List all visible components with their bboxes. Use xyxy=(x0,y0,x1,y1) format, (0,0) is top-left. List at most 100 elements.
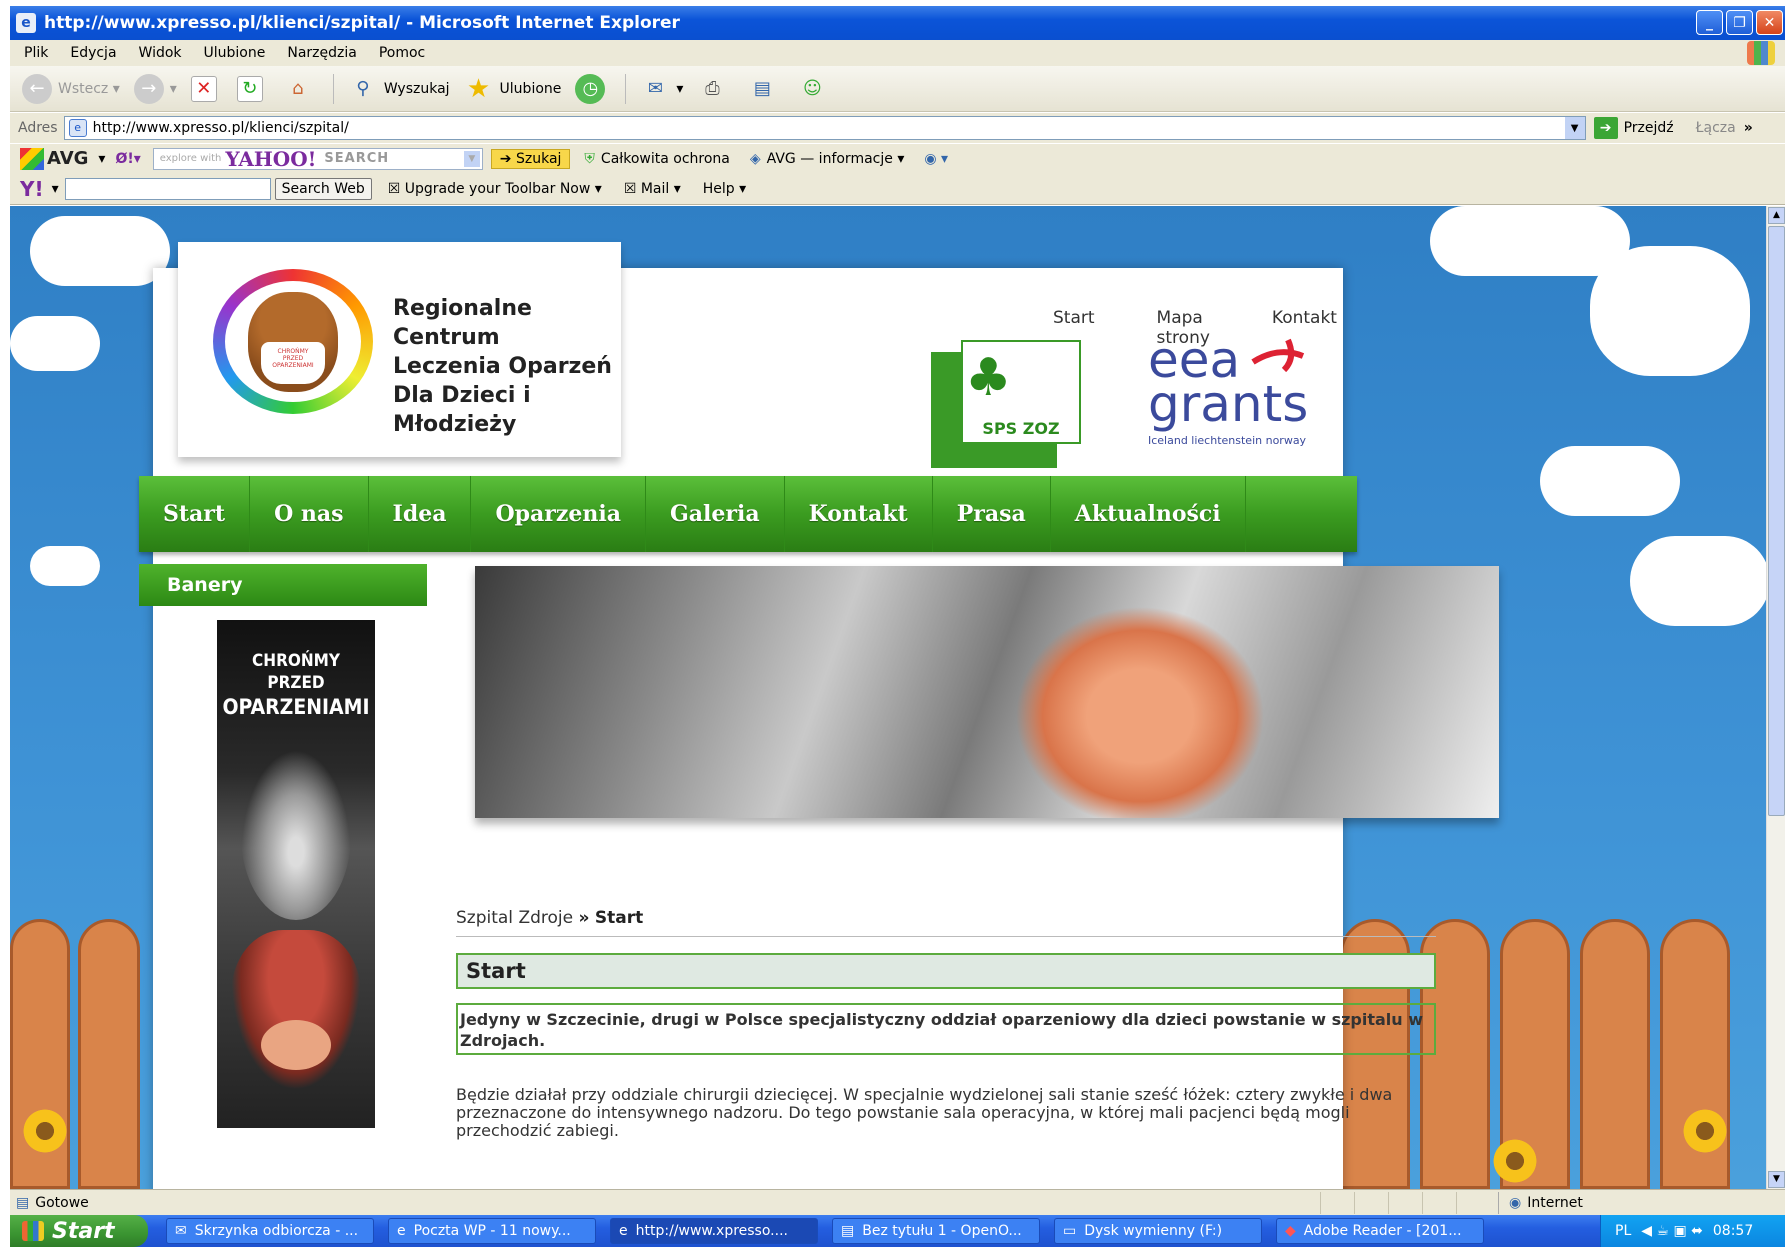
back-arrow-icon: ← xyxy=(22,73,52,104)
restore-button[interactable]: ❐ xyxy=(1726,10,1753,35)
tray-icons[interactable]: ◀ ☕ ▣ ⬌ xyxy=(1641,1223,1703,1239)
breadcrumb-root[interactable]: Szpital Zdroje xyxy=(456,908,573,928)
nav-gallery[interactable]: Galeria xyxy=(646,476,785,552)
search-web-button[interactable]: Search Web xyxy=(274,177,372,200)
address-dropdown-icon[interactable]: ▼ xyxy=(1564,117,1585,139)
hero-image xyxy=(475,566,1499,818)
task-openoffice[interactable]: ▤ Bez tytułu 1 - OpenO... xyxy=(832,1218,1040,1244)
szukaj-button[interactable]: ➔ Szukaj xyxy=(490,148,571,169)
menu-favorites[interactable]: Ulubione xyxy=(204,45,266,61)
task-poczta[interactable]: e Poczta WP - 11 nowy... xyxy=(388,1218,596,1244)
yahoo-logo-icon[interactable]: Y! xyxy=(20,177,44,201)
close-button[interactable]: ✕ xyxy=(1756,10,1783,35)
vertical-scrollbar[interactable]: ▲ ▼ xyxy=(1766,206,1785,1189)
security-zone: ◉ Internet xyxy=(1498,1192,1583,1214)
task-xpresso[interactable]: e http://www.xpresso.... xyxy=(610,1218,818,1244)
forward-arrow-icon: → xyxy=(133,73,164,104)
avg-toolbar: AVG ▾ Ø!▾ explore with YAHOO! SEARCH ▼ ➔… xyxy=(10,144,1785,173)
avg-info-button[interactable]: AVG — informacje ▾ xyxy=(767,151,905,167)
nav-press[interactable]: Prasa xyxy=(933,476,1051,552)
task-outlook[interactable]: ✉ Skrzynka odbiorcza - ... xyxy=(166,1218,374,1244)
globe-icon: ◉ xyxy=(1509,1195,1522,1211)
protection-button[interactable]: Całkowita ochrona xyxy=(601,151,730,167)
yahoo-mini-icon[interactable]: Ø!▾ xyxy=(115,151,140,167)
menu-view[interactable]: Widok xyxy=(139,45,182,61)
standard-toolbar: ← Wstecz ▾ → ▾ ✕ ↻ ⌂ ⚲ Wyszukaj ★ Ulubione … xyxy=(10,66,1785,112)
history-button[interactable]: ◷ xyxy=(575,73,611,104)
chevron-down-icon[interactable]: ▾ xyxy=(52,181,59,197)
task-removable-disk[interactable]: ▭ Dysk wymienny (F:) xyxy=(1054,1218,1262,1244)
chevron-right-icon[interactable]: » xyxy=(1744,120,1753,136)
scroll-down-icon[interactable]: ▼ xyxy=(1768,1171,1785,1188)
scroll-thumb[interactable] xyxy=(1768,226,1785,816)
search-label: Wyszukaj xyxy=(383,80,450,97)
minimize-button[interactable]: _ xyxy=(1696,10,1723,35)
search-button[interactable]: ⚲ Wyszukaj xyxy=(348,74,450,104)
body-paragraph: Będzie działał przy oddziale chirurgii d… xyxy=(456,1085,1393,1140)
back-button[interactable]: ← Wstecz ▾ xyxy=(22,73,120,104)
menu-tools[interactable]: Narzędzia xyxy=(287,45,356,61)
menu-file[interactable]: Plik xyxy=(24,45,48,61)
edit-button[interactable]: ▤ xyxy=(747,74,783,104)
breadcrumb-current: Start xyxy=(594,908,644,928)
campaign-banner[interactable]: CHROŃMY PRZED OPARZENIAMI xyxy=(217,620,375,1128)
clock[interactable]: 08:57 xyxy=(1713,1223,1753,1239)
task-adobe-reader[interactable]: ◆ Adobe Reader - [201... xyxy=(1276,1218,1484,1244)
nav-idea[interactable]: Idea xyxy=(369,476,472,552)
ie-icon: e xyxy=(397,1223,406,1239)
nav-burns[interactable]: Oparzenia xyxy=(471,476,646,552)
window-titlebar: e http://www.xpresso.pl/klienci/szpital/… xyxy=(10,6,1785,40)
go-arrow-icon[interactable]: ➔ xyxy=(1593,117,1618,139)
shield-icon: ⛨ xyxy=(584,150,595,167)
links-button[interactable]: Łącza xyxy=(1696,120,1736,136)
stop-button[interactable]: ✕ xyxy=(190,75,223,102)
back-label: Wstecz xyxy=(58,80,109,97)
avg-search-input[interactable]: explore with YAHOO! SEARCH ▼ xyxy=(152,147,483,171)
avg-info-icon: ◈ xyxy=(749,150,761,167)
avg-logo[interactable]: AVG xyxy=(20,147,88,170)
ie-icon: e xyxy=(619,1223,628,1239)
menu-help[interactable]: Pomoc xyxy=(379,45,425,61)
page-title: Start xyxy=(456,953,1436,989)
chevron-down-icon[interactable]: ▾ xyxy=(98,151,105,167)
windows-flag-icon xyxy=(22,1221,44,1241)
messenger-button[interactable]: ☺ xyxy=(797,74,833,104)
mail-menu-button[interactable]: ☒ Mail ▾ xyxy=(624,181,681,197)
page-done-icon: ▤ xyxy=(16,1194,30,1211)
mail-button[interactable]: ✉ ▾ xyxy=(640,74,684,104)
favorites-label: Ulubione xyxy=(499,80,562,97)
menu-edit[interactable]: Edycja xyxy=(70,45,116,61)
help-menu-button[interactable]: Help ▾ xyxy=(703,181,746,197)
home-icon: ⌂ xyxy=(292,78,304,99)
system-tray: PL ◀ ☕ ▣ ⬌ 08:57 xyxy=(1600,1215,1785,1247)
site-logo-card[interactable]: CHROŃMY PRZED OPARZENIAMI Regionalne Centr… xyxy=(178,242,621,457)
print-icon: ⎙ xyxy=(705,78,720,99)
language-indicator[interactable]: PL xyxy=(1615,1223,1631,1239)
sps-zoz-logo[interactable]: SPS ZOZ ♣ xyxy=(931,340,1081,468)
address-bar: Adres e http://www.xpresso.pl/klienci/sz… xyxy=(10,113,1785,143)
scroll-up-icon[interactable]: ▲ xyxy=(1768,207,1785,224)
home-button[interactable]: ⌂ xyxy=(283,74,319,104)
address-input[interactable]: e http://www.xpresso.pl/klienci/szpital/… xyxy=(63,116,1586,140)
search-dropdown-icon[interactable]: ▼ xyxy=(463,150,480,167)
favorites-button[interactable]: ★ Ulubione xyxy=(464,74,562,104)
nav-start[interactable]: Start xyxy=(139,476,251,552)
messenger-icon: ☺ xyxy=(803,78,822,99)
nav-news[interactable]: Aktualności xyxy=(1051,476,1246,552)
upgrade-toolbar-button[interactable]: ☒ Upgrade your Toolbar Now ▾ xyxy=(388,181,602,197)
print-button[interactable]: ⎙ xyxy=(697,74,733,104)
nav-contact[interactable]: Kontakt xyxy=(785,476,933,552)
address-url: http://www.xpresso.pl/klienci/szpital/ xyxy=(92,120,349,136)
eea-grants-logo[interactable]: eea grants Iceland liechtenstein norway xyxy=(1148,335,1308,448)
star-icon: ★ xyxy=(466,73,491,104)
nav-about[interactable]: O nas xyxy=(250,476,369,552)
start-button[interactable]: Start xyxy=(10,1215,148,1247)
go-button[interactable]: Przejdź xyxy=(1624,120,1674,136)
page-icon: e xyxy=(68,119,87,137)
ie-icon: e xyxy=(16,13,36,33)
forward-button[interactable]: → ▾ xyxy=(133,73,177,104)
avg-extra-icon[interactable]: ◉ ▾ xyxy=(924,151,948,167)
refresh-button[interactable]: ↻ xyxy=(236,75,269,102)
org-name: Regionalne Centrum Leczenia Oparzeń Dla … xyxy=(393,296,612,437)
yahoo-search-input[interactable] xyxy=(64,177,271,200)
